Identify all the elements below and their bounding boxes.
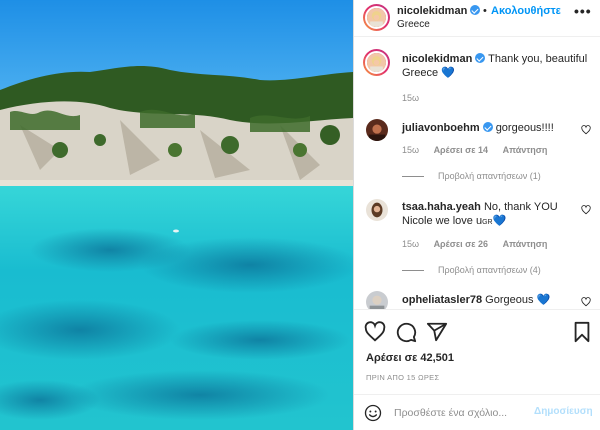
comment-username[interactable]: opheliatasler78 (402, 294, 482, 306)
post-actions: Αρέσει σε 42,501 ΠΡΙΝ ΑΠΟ 15 ΩΡΕΣ Δημοσί… (354, 309, 600, 430)
heart-icon[interactable] (364, 321, 386, 343)
coastline-sea-photo (0, 0, 353, 430)
comment-text: juliavonboehm gorgeous!!!! (402, 121, 587, 135)
comment-time[interactable]: 15ω (402, 239, 419, 249)
post-location[interactable]: Greece (397, 19, 430, 30)
comment-emoji: 💙 (492, 215, 507, 227)
comment-body: gorgeous!!!! (495, 122, 554, 134)
caption-author-photo (367, 53, 386, 72)
caption-time[interactable]: 15ω (402, 93, 419, 103)
author-username-text: nicolekidman (397, 5, 468, 17)
verified-badge-icon (475, 53, 486, 63)
post-time[interactable]: ΠΡΙΝ ΑΠΟ 15 ΩΡΕΣ (366, 373, 439, 382)
emoji-icon[interactable] (364, 404, 382, 422)
post-side-panel: nicolekidman Greece • Ακολουθήστε ••• ni… (353, 0, 600, 430)
comment-avatar[interactable] (366, 291, 388, 309)
comment-input[interactable] (394, 404, 532, 422)
comment-avatar[interactable] (366, 119, 388, 141)
save-icon[interactable] (571, 321, 593, 343)
post-photo[interactable] (0, 0, 353, 430)
comment-body: Gorgeous 💙 (485, 294, 551, 306)
view-replies-button[interactable]: Προβολή απαντήσεων (4) (402, 265, 541, 275)
comment-username[interactable]: tsaa.haha.yeah (402, 201, 481, 213)
replies-line (402, 270, 424, 272)
view-replies-label: Προβολή απαντήσεων (4) (438, 265, 541, 275)
heart-icon[interactable] (581, 205, 591, 215)
caption-meta: 15ω (402, 93, 431, 103)
heart-icon[interactable] (581, 125, 591, 135)
comment-text: tsaa.haha.yeah No, thank YOU Nicole we l… (402, 200, 580, 230)
comment-icon[interactable] (395, 321, 417, 343)
header-separator: • (483, 5, 487, 17)
comment-meta: 15ω Αρέσει σε 14 Απάντηση (402, 145, 559, 155)
comments-list: nicolekidman Thank you, beautiful Greece… (354, 37, 600, 309)
likes-count[interactable]: Αρέσει σε 42,501 (366, 352, 454, 364)
view-replies-label: Προβολή απαντήσεων (1) (438, 171, 541, 181)
heart-icon[interactable] (581, 297, 591, 307)
reply-button[interactable]: Απάντηση (503, 145, 548, 155)
verified-badge-icon (470, 5, 481, 15)
caption-username[interactable]: nicolekidman (402, 53, 472, 65)
more-options-icon[interactable]: ••• (574, 3, 592, 19)
view-replies-button[interactable]: Προβολή απαντήσεων (1) (402, 171, 541, 181)
post-header: nicolekidman Greece • Ακολουθήστε ••• (354, 0, 600, 37)
caption-avatar[interactable] (363, 49, 390, 76)
reply-button[interactable]: Απάντηση (503, 239, 548, 249)
comment-text: opheliatasler78 Gorgeous 💙 (402, 293, 592, 307)
instagram-post: nicolekidman Greece • Ακολουθήστε ••• ni… (0, 0, 600, 430)
commenter-photo (366, 119, 388, 141)
verified-badge-icon (482, 122, 493, 132)
caption-text: nicolekidman Thank you, beautiful Greece… (402, 52, 592, 80)
share-icon[interactable] (426, 321, 448, 343)
comment-likes[interactable]: Αρέσει σε 14 (434, 145, 489, 155)
comment-meta: 15ω Αρέσει σε 26 Απάντηση (402, 239, 559, 249)
comment-small-text: GR (482, 219, 493, 226)
add-comment-bar: Δημοσίευση (354, 394, 600, 430)
commenter-photo (366, 199, 388, 221)
author-photo (367, 8, 386, 27)
comment-time[interactable]: 15ω (402, 145, 419, 155)
comment-username[interactable]: juliavonboehm (402, 122, 480, 134)
comment-avatar[interactable] (366, 199, 388, 221)
author-avatar[interactable] (363, 4, 390, 31)
follow-button[interactable]: Ακολουθήστε (491, 5, 561, 17)
commenter-photo (366, 291, 388, 309)
replies-line (402, 176, 424, 178)
author-username[interactable]: nicolekidman (397, 5, 481, 17)
comment-likes[interactable]: Αρέσει σε 26 (434, 239, 489, 249)
post-comment-button[interactable]: Δημοσίευση (534, 406, 593, 417)
